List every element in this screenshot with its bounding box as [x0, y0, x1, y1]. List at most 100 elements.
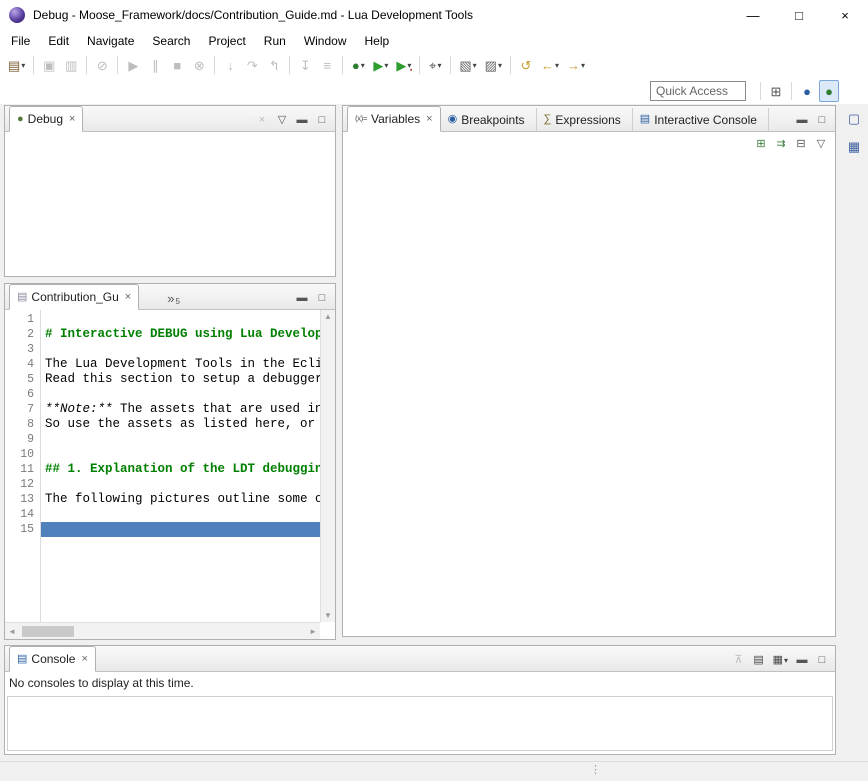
- editor-line[interactable]: [41, 447, 320, 462]
- editor-line[interactable]: # Interactive DEBUG using Lua Develop: [41, 327, 320, 342]
- scrollbar-thumb[interactable]: [22, 626, 74, 637]
- skip-all-breakpoints-button[interactable]: ⊘: [92, 54, 112, 76]
- editor-line[interactable]: So use the assets as listed here, or: [41, 417, 320, 432]
- maximize-variables-view-button[interactable]: □: [813, 111, 831, 129]
- menu-search[interactable]: Search: [143, 31, 199, 51]
- save-all-button[interactable]: ▥: [61, 54, 81, 76]
- minimized-editor-area-button[interactable]: ▢: [844, 108, 864, 128]
- menu-edit[interactable]: Edit: [39, 31, 78, 51]
- tab-expressions[interactable]: ∑Expressions: [537, 108, 633, 131]
- search-button[interactable]: ⌖▾: [425, 54, 445, 76]
- editor-line[interactable]: ## 1. Explanation of the LDT debuggin: [41, 462, 320, 477]
- maximize-button[interactable]: □: [776, 0, 822, 30]
- menu-file[interactable]: File: [2, 31, 39, 51]
- perspective-debug-button[interactable]: ●: [819, 80, 839, 102]
- minimize-button[interactable]: —: [730, 0, 776, 30]
- editor-content[interactable]: 123456789101112131415 # Interactive DEBU…: [5, 310, 320, 622]
- external-tools-button[interactable]: ▶▪▾: [393, 54, 414, 76]
- editor-line[interactable]: [41, 477, 320, 492]
- close-button[interactable]: ×: [822, 0, 868, 30]
- editor-vertical-scrollbar[interactable]: ▲ ▼: [320, 310, 335, 622]
- tab-interactive-console[interactable]: ▤Interactive Console: [633, 108, 769, 131]
- editor-line[interactable]: Read this section to setup a debugger: [41, 372, 320, 387]
- menu-help[interactable]: Help: [356, 31, 399, 51]
- collapse-all-button[interactable]: ⊟: [792, 135, 810, 153]
- minimize-console-view-button[interactable]: ▬: [793, 651, 811, 669]
- save-button[interactable]: ▣: [39, 54, 59, 76]
- disconnect-button[interactable]: ⊗: [189, 54, 209, 76]
- tab-variables[interactable]: (x)=Variables×: [347, 106, 441, 132]
- scroll-left-icon[interactable]: ◄: [8, 627, 16, 636]
- editor-line[interactable]: [41, 522, 320, 537]
- open-element-button[interactable]: ▨▾: [482, 54, 505, 76]
- console-text-area[interactable]: [7, 696, 833, 751]
- open-perspective-button[interactable]: ⊞: [766, 80, 786, 102]
- maximize-debug-view-button[interactable]: □: [313, 111, 331, 129]
- minimized-view-button[interactable]: ▦: [844, 136, 864, 156]
- trim-drag-handle[interactable]: ⋮: [590, 763, 601, 776]
- back-dropdown-icon[interactable]: ▾: [555, 61, 559, 70]
- scroll-down-icon[interactable]: ▼: [324, 611, 332, 620]
- menu-project[interactable]: Project: [199, 31, 254, 51]
- show-type-names-button[interactable]: ⊞: [752, 135, 770, 153]
- tab-close-icon[interactable]: ×: [426, 113, 432, 125]
- menu-window[interactable]: Window: [295, 31, 356, 51]
- step-over-button[interactable]: ↷: [242, 54, 262, 76]
- editor-horizontal-scrollbar[interactable]: ◄ ►: [5, 622, 320, 639]
- tab-console[interactable]: ▤ Console ×: [9, 646, 96, 672]
- run-button[interactable]: ▶▾: [370, 54, 391, 76]
- minimize-debug-view-button[interactable]: ▬: [293, 111, 311, 129]
- use-step-filters-button[interactable]: ≡: [317, 54, 337, 76]
- quick-access-input[interactable]: Quick Access: [650, 81, 746, 101]
- step-into-button[interactable]: ↓: [220, 54, 240, 76]
- minimize-variables-view-button[interactable]: ▬: [793, 111, 811, 129]
- new-dropdown-icon[interactable]: ▾: [21, 61, 25, 70]
- maximize-editor-button[interactable]: □: [313, 289, 331, 307]
- scroll-up-icon[interactable]: ▲: [324, 312, 332, 321]
- display-selected-console-button[interactable]: ▤: [750, 651, 768, 669]
- editor-line[interactable]: The Lua Development Tools in the Ecli: [41, 357, 320, 372]
- terminate-button[interactable]: ■: [167, 54, 187, 76]
- open-console-dropdown-icon[interactable]: ▾: [784, 656, 788, 665]
- show-logical-structure-button[interactable]: ⇉: [772, 135, 790, 153]
- menu-navigate[interactable]: Navigate: [78, 31, 143, 51]
- tab-debug[interactable]: ● Debug ×: [9, 106, 83, 132]
- forward-button[interactable]: →▾: [564, 54, 588, 76]
- editor-tab-overflow-chevron[interactable]: » 5: [167, 292, 180, 309]
- tab-contribution-guide[interactable]: ▤ Contribution_Gu ×: [9, 284, 139, 310]
- editor-line[interactable]: [41, 507, 320, 522]
- new-wizard-button[interactable]: ▧▾: [456, 54, 479, 76]
- tab-breakpoints[interactable]: ◉Breakpoints: [441, 108, 537, 131]
- maximize-console-view-button[interactable]: □: [813, 651, 831, 669]
- editor-line[interactable]: [41, 432, 320, 447]
- editor-line[interactable]: **Note:** The assets that are used in: [41, 402, 320, 417]
- forward-dropdown-icon[interactable]: ▾: [581, 61, 585, 70]
- open-console-button[interactable]: ▦▾: [770, 651, 791, 669]
- debug-dropdown-icon[interactable]: ▾: [361, 61, 365, 70]
- step-return-button[interactable]: ↰: [264, 54, 284, 76]
- drop-to-frame-button[interactable]: ↧: [295, 54, 315, 76]
- suspend-button[interactable]: ∥: [145, 54, 165, 76]
- perspective-lua-button[interactable]: ●: [797, 80, 817, 102]
- back-button[interactable]: ←▾: [538, 54, 562, 76]
- code-area[interactable]: # Interactive DEBUG using Lua Develop The…: [41, 310, 320, 622]
- editor-line[interactable]: The following pictures outline some o: [41, 492, 320, 507]
- remove-all-terminated-button[interactable]: ×: [253, 111, 271, 129]
- debug-view-menu-button[interactable]: ▽: [273, 111, 291, 129]
- new-button[interactable]: ▤▾: [5, 54, 28, 76]
- last-edit-location-button[interactable]: ↺: [516, 54, 536, 76]
- pin-console-button[interactable]: ⊼: [730, 651, 748, 669]
- scroll-right-icon[interactable]: ►: [309, 627, 317, 636]
- new-wizard-dropdown-icon[interactable]: ▾: [473, 61, 477, 70]
- minimize-editor-button[interactable]: ▬: [293, 289, 311, 307]
- editor-line[interactable]: [41, 312, 320, 327]
- tab-close-icon[interactable]: ×: [69, 113, 75, 125]
- open-element-dropdown-icon[interactable]: ▾: [498, 61, 502, 70]
- tab-close-icon[interactable]: ×: [125, 291, 131, 303]
- debug-button[interactable]: ●▾: [348, 54, 368, 76]
- editor-line[interactable]: [41, 387, 320, 402]
- resume-button[interactable]: ▶: [123, 54, 143, 76]
- tab-close-icon[interactable]: ×: [81, 653, 87, 665]
- variables-view-menu-button[interactable]: ▽: [812, 135, 830, 153]
- search-dropdown-icon[interactable]: ▾: [438, 61, 442, 70]
